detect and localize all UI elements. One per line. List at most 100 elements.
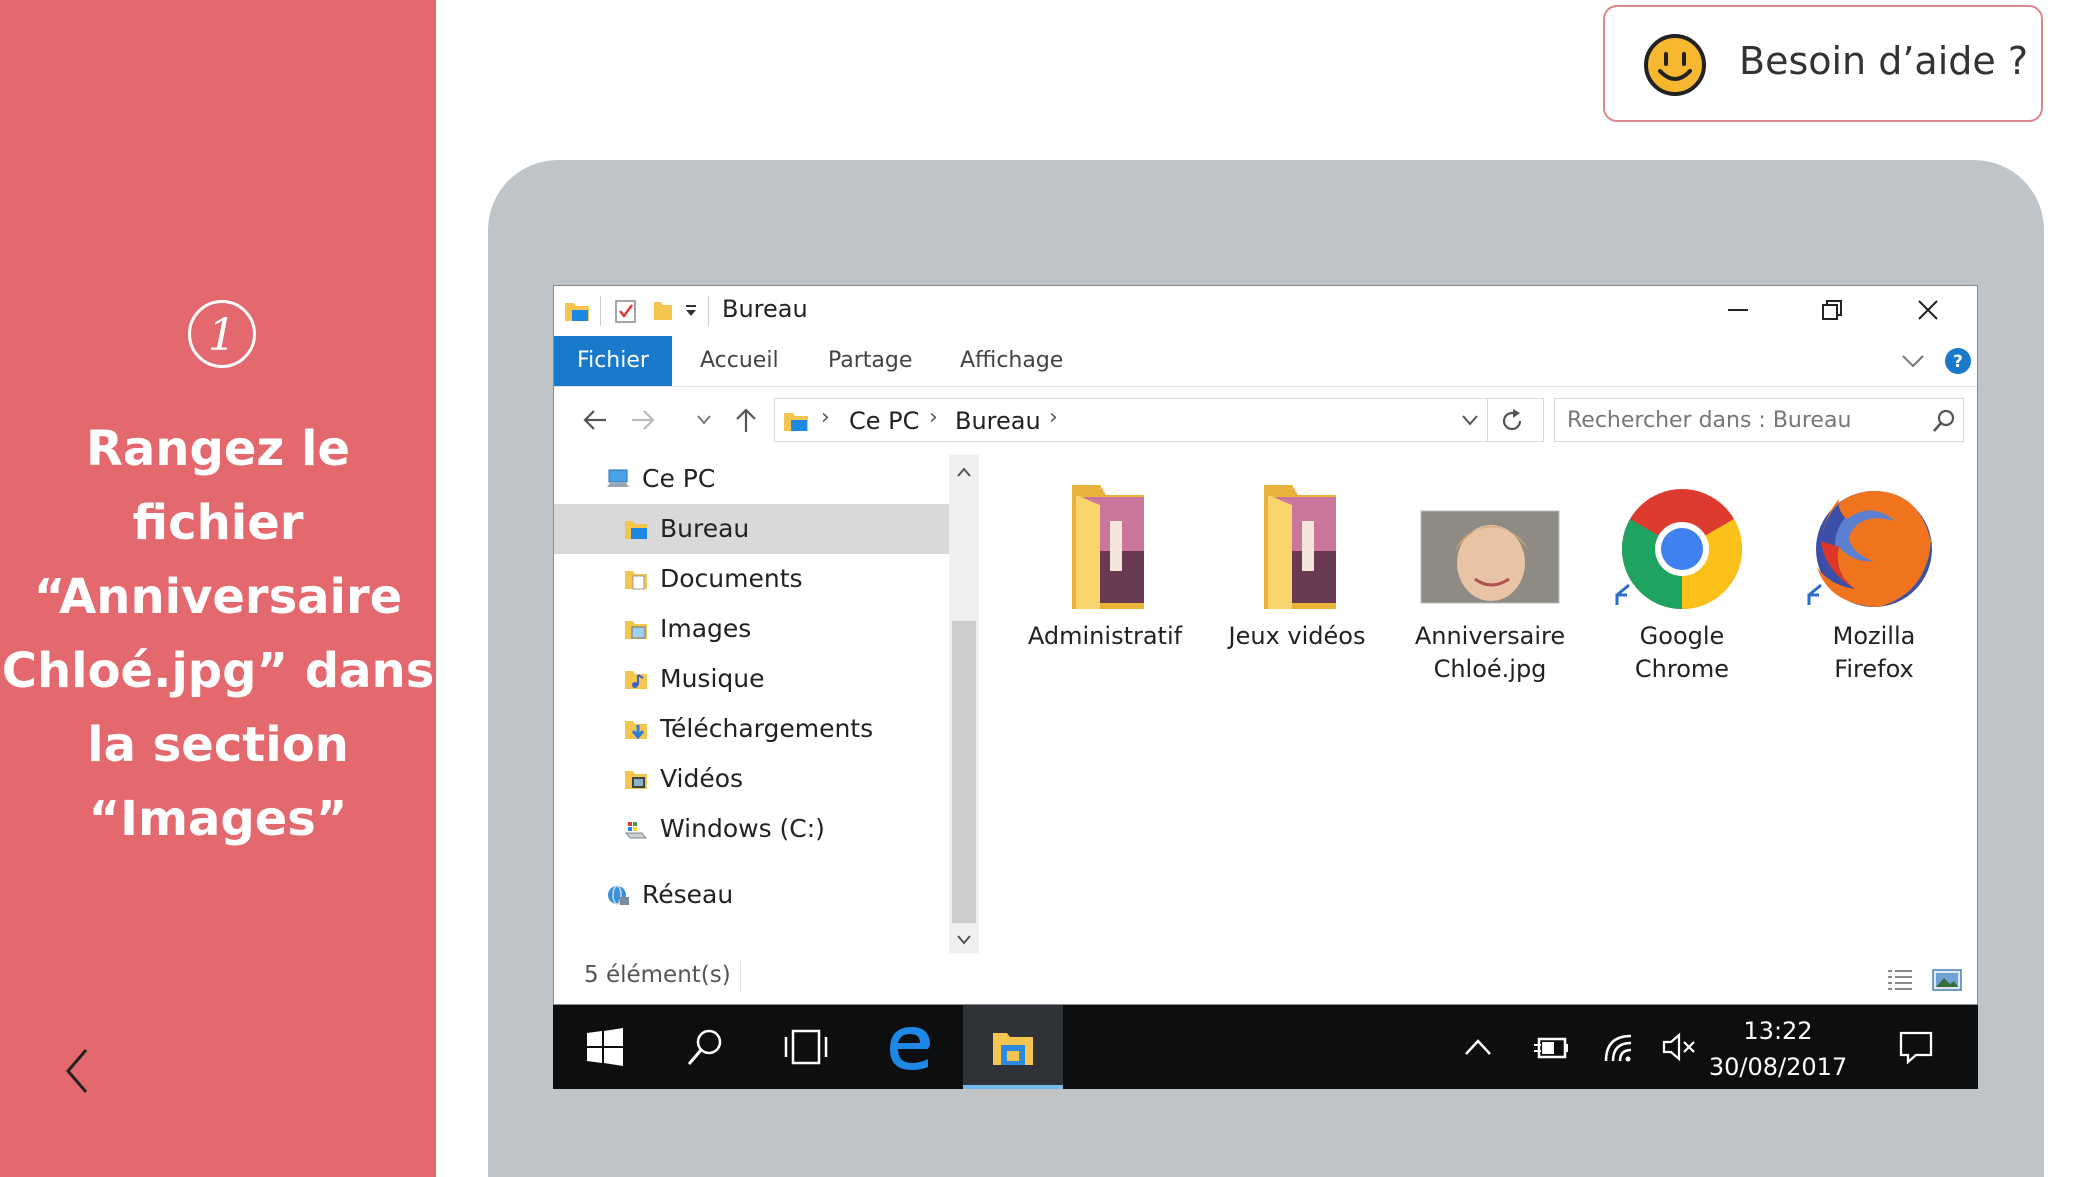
tab-partage[interactable]: Partage [828,336,912,386]
file-label-line: Mozilla [1832,622,1916,650]
breadcrumb-item-ce-pc[interactable]: Ce PC [849,407,919,435]
quick-access-dropdown-icon[interactable] [684,304,698,318]
tab-affichage[interactable]: Affichage [960,336,1063,386]
tree-item-label: Vidéos [660,764,744,793]
documents-folder-icon [625,571,647,590]
search-icon[interactable] [685,1027,725,1067]
folder-icon [1072,485,1144,609]
new-folder-icon[interactable] [652,298,674,322]
tree-item-reseau[interactable]: Réseau [554,870,949,920]
file-label-line: Google [1639,622,1725,650]
tree-item-documents[interactable]: Documents [554,554,949,604]
file-item-anniversaire-chloe[interactable]: Anniversaire Chloé.jpg [1400,481,1580,686]
drive-icon [624,822,648,839]
breadcrumb-separator-icon: › [1049,405,1058,430]
file-label: Jeux vidéos [1228,622,1366,650]
address-dropdown-chevron-icon[interactable] [1461,414,1479,426]
details-view-icon[interactable] [1886,968,1914,992]
tab-accueil[interactable]: Accueil [700,336,779,386]
file-label-line: Chloé.jpg [1433,655,1547,683]
active-indicator [963,1085,1063,1089]
search-input[interactable]: Rechercher dans : Bureau [1567,408,1851,433]
smiley-icon [1644,34,1706,96]
instruction-line: Chloé.jpg” dans [1,643,435,699]
file-item-jeux-videos[interactable]: Jeux vidéos [1207,481,1387,653]
file-item-google-chrome[interactable]: Google Chrome [1592,481,1772,686]
separator [708,296,709,326]
search-box[interactable]: Rechercher dans : Bureau [1554,398,1964,442]
network-icon [608,885,629,905]
tree-item-musique[interactable]: Musique [554,654,949,704]
tree-item-label: Réseau [642,880,734,909]
help-label: Besoin d’aide ? [1739,39,2029,83]
help-button[interactable]: Besoin d’aide ? [1603,5,2043,122]
battery-charging-icon[interactable] [1533,1031,1569,1063]
refresh-icon[interactable] [1499,408,1525,434]
explorer-folder-icon [565,303,589,321]
svg-text:?: ? [1953,352,1963,372]
tree-item-label: Windows (C:) [660,814,825,843]
large-icons-view-icon[interactable] [1932,968,1962,992]
title-bar: Bureau [554,286,1977,336]
previous-arrow-icon[interactable] [58,1046,98,1096]
tree-item-telechargements[interactable]: Téléchargements [554,704,949,754]
edge-browser-icon[interactable] [886,1023,932,1071]
scroll-down-chevron-icon[interactable] [956,934,972,946]
file-explorer-window: Bureau Fichier Accueil Partage Affichage… [553,285,1978,1005]
tree-item-label: Ce PC [642,464,716,493]
properties-icon[interactable] [614,298,638,324]
clock-time: 13:22 [1743,1017,1813,1045]
system-clock[interactable]: 13:22 30/08/2017 [1708,1013,1848,1085]
tree-item-windows-c[interactable]: Windows (C:) [554,804,949,854]
tree-item-bureau[interactable]: Bureau [554,504,949,554]
firefox-icon [1803,491,1932,609]
address-bar[interactable]: › Ce PC › Bureau › [774,398,1544,442]
forward-arrow-icon[interactable] [630,408,656,432]
volume-muted-icon[interactable] [1661,1031,1697,1063]
step-number: 1 [188,300,256,368]
tree-item-label: Téléchargements [660,714,874,743]
separator [1487,399,1488,441]
tree-item-label: Images [660,614,752,643]
file-label-line: Chrome [1634,655,1730,683]
downloads-folder-icon [625,721,647,740]
file-label-line: Firefox [1834,655,1914,683]
tree-item-ce-pc[interactable]: Ce PC [554,454,949,504]
clock-date: 30/08/2017 [1708,1053,1848,1081]
instruction-line: Rangez le fichier [85,421,351,551]
taskbar-explorer-button[interactable] [963,1005,1063,1089]
tree-item-images[interactable]: Images [554,604,949,654]
recent-locations-chevron-icon[interactable] [696,414,712,426]
tab-fichier[interactable]: Fichier [554,336,672,386]
file-item-administratif[interactable]: Administratif [1015,481,1195,653]
chrome-icon [1611,489,1743,609]
desktop-folder-icon [784,413,808,431]
search-icon[interactable] [1931,408,1957,434]
file-item-mozilla-firefox[interactable]: Mozilla Firefox [1784,481,1964,686]
windows-start-icon[interactable] [585,1027,625,1067]
task-view-icon[interactable] [783,1027,829,1067]
show-hidden-icons-chevron-icon[interactable] [1463,1037,1493,1057]
wifi-icon[interactable] [1603,1031,1635,1063]
pictures-folder-icon [625,621,647,639]
help-question-icon[interactable]: ? [1944,347,1972,375]
scroll-up-chevron-icon[interactable] [956,466,972,478]
tree-item-label: Documents [660,564,803,593]
computer-icon [607,469,629,487]
breadcrumb-separator-icon: › [929,405,938,430]
close-icon[interactable] [1916,298,1940,322]
instruction-line: “Anniversaire [33,569,403,625]
up-arrow-icon[interactable] [734,406,758,434]
scrollbar-thumb[interactable] [952,621,976,923]
minimize-icon[interactable] [1726,298,1750,322]
back-arrow-icon[interactable] [582,408,608,432]
expand-ribbon-chevron-icon[interactable] [1900,352,1926,370]
tree-item-videos[interactable]: Vidéos [554,754,949,804]
action-center-icon[interactable] [1898,1029,1934,1065]
breadcrumb-item-bureau[interactable]: Bureau [955,407,1041,435]
status-item-count: 5 élément(s) [584,962,731,988]
file-label: Administratif [1027,622,1183,650]
desktop-folder-icon [625,521,647,539]
restore-icon[interactable] [1820,298,1844,322]
tree-item-label: Bureau [660,514,750,543]
